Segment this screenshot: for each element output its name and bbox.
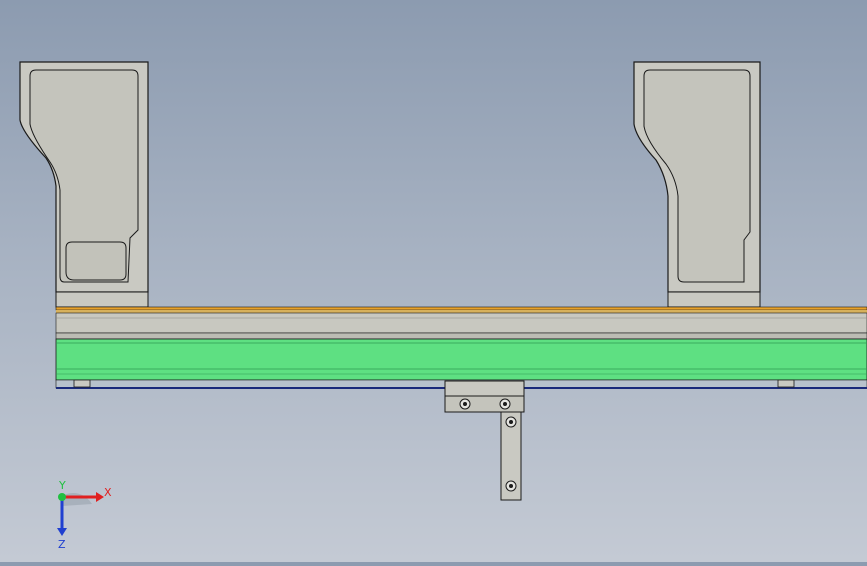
- z-axis-label: Z: [58, 538, 66, 550]
- link-arm[interactable]: [500, 411, 522, 501]
- left-foot-pad[interactable]: [73, 379, 91, 388]
- main-beam[interactable]: [55, 306, 867, 340]
- triad-plane-shade: [62, 493, 92, 506]
- right-upright-bracket[interactable]: [633, 61, 761, 308]
- cad-viewport[interactable]: X Y Z: [0, 0, 867, 562]
- y-axis-dot: [58, 493, 66, 501]
- left-upright-bracket[interactable]: [19, 61, 149, 308]
- x-axis-label: X: [104, 486, 112, 499]
- assembly-drawing: [19, 61, 867, 501]
- y-axis-label: Y: [58, 480, 66, 492]
- coordinate-triad: X Y Z: [40, 479, 120, 551]
- carriage-block[interactable]: [444, 380, 525, 413]
- right-foot-pad[interactable]: [777, 379, 795, 388]
